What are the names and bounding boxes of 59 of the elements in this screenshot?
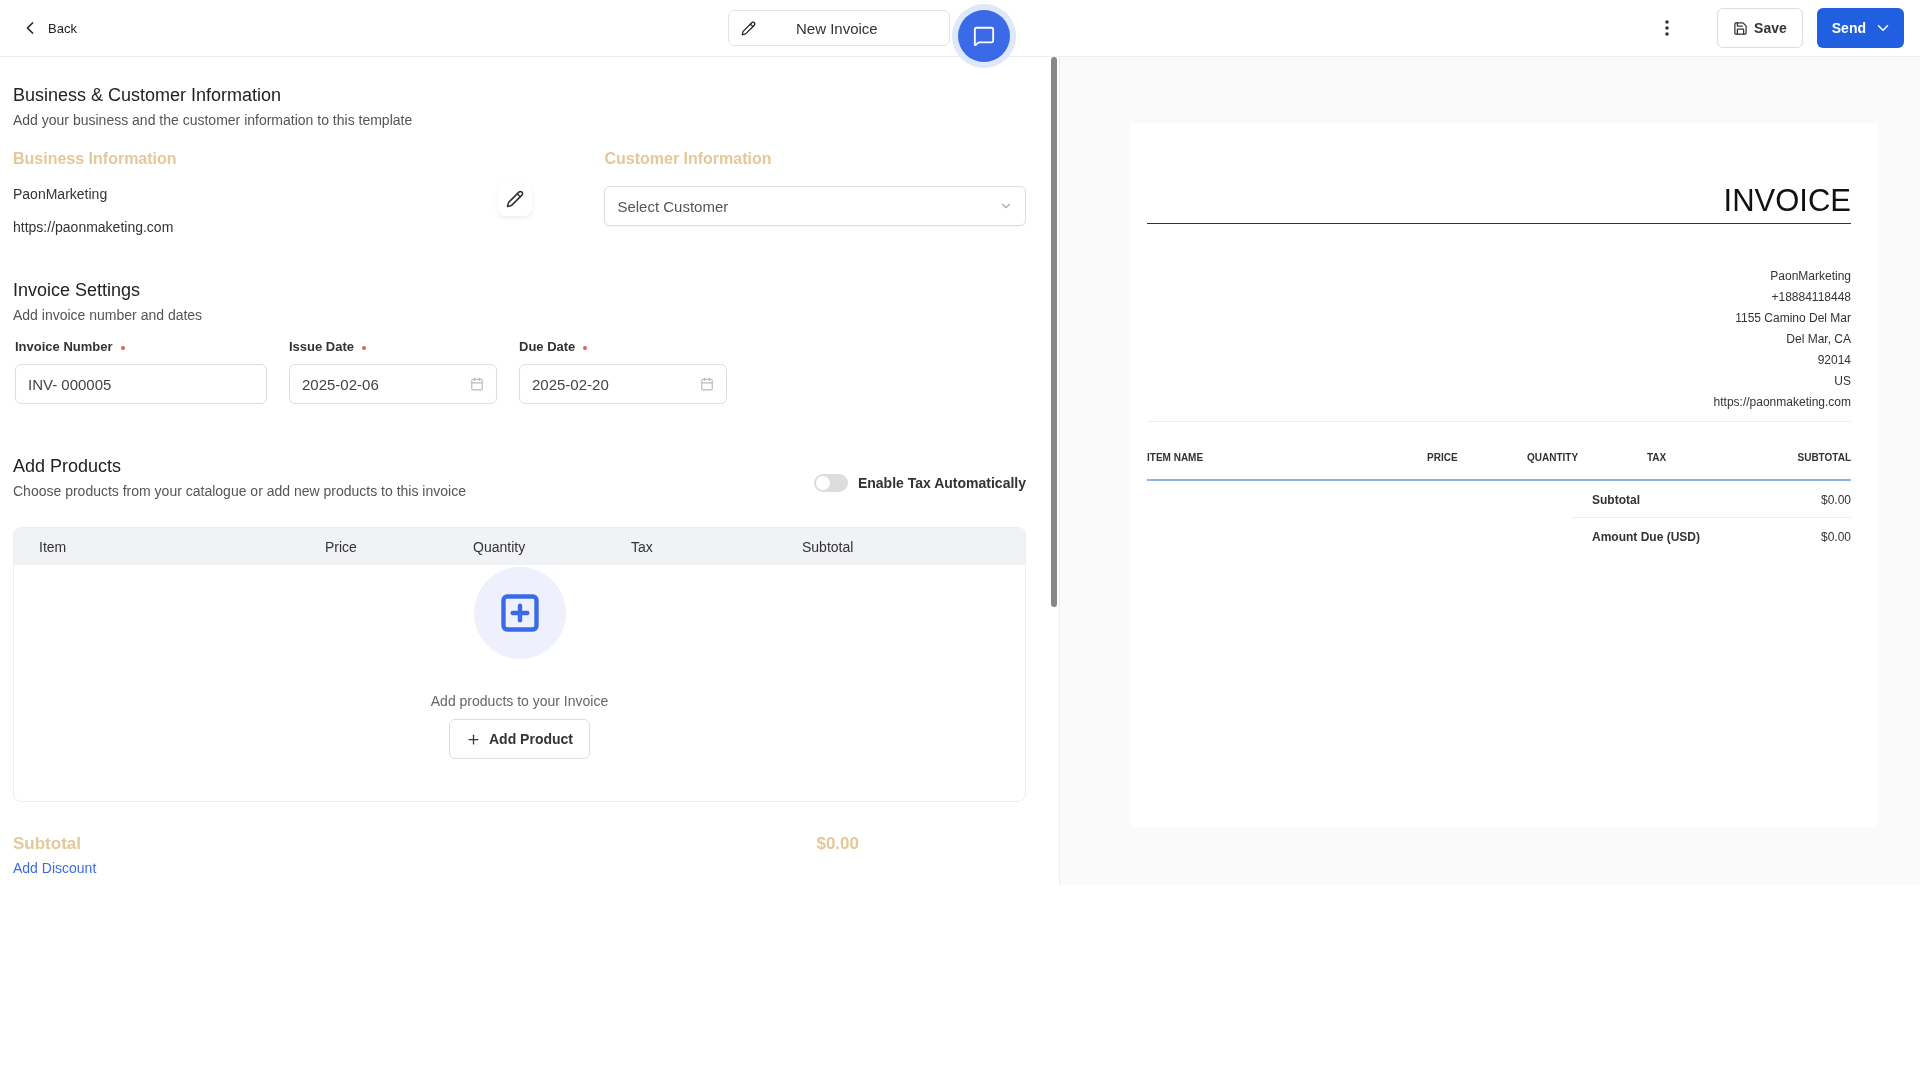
column-header: TAX [1647, 452, 1668, 463]
plus-icon [466, 731, 481, 747]
business-url: https://paonmaketing.com [13, 219, 174, 235]
business-heading: Business Information [13, 150, 178, 168]
scrollbar-thumb[interactable] [1051, 57, 1057, 607]
toggle-label: Enable Tax Automatically [857, 475, 1026, 491]
section-subtitle: Add your business and the customer information to this template [13, 112, 414, 128]
business-detail: Del Mar, CA [1786, 331, 1851, 348]
subtotal-value: $0.00 [816, 834, 859, 854]
date-field[interactable]: 2025-02-06 [289, 364, 497, 404]
subtotal-label: Subtotal [13, 834, 81, 854]
section-subtitle: Choose products from your catalogue or add new products to this invoice [13, 483, 466, 499]
business-detail: https://paonmaketing.com [1713, 394, 1851, 411]
customer-select[interactable]: Select Customer [604, 186, 1026, 226]
business-name: PaonMarketing [13, 186, 108, 202]
pencil-icon [741, 20, 756, 36]
business-detail: US [1834, 373, 1851, 390]
customer-heading: Customer Information [604, 150, 773, 168]
section-title: Add Products [13, 456, 123, 477]
business-detail: 1155 Camino Del Mar [1735, 310, 1851, 327]
column-header: Tax [631, 538, 654, 555]
more-icon [1665, 20, 1670, 36]
add-discount-link[interactable]: Add Discount [13, 860, 97, 876]
column-header: Price [325, 538, 358, 555]
column-header: QUANTITY [1527, 452, 1580, 463]
calendar-icon [470, 377, 484, 391]
business-detail: PaonMarketing [1770, 268, 1851, 285]
chat-icon [973, 25, 995, 47]
input-field[interactable]: INV- 000005 [15, 364, 267, 404]
column-header: Quantity [473, 538, 527, 555]
add-product-button[interactable]: Add Product [449, 719, 590, 759]
save-button[interactable]: Save [1717, 8, 1803, 48]
column-header: Item [39, 538, 68, 555]
total-value: $0.00 [1820, 493, 1851, 507]
total-label: Amount Due (USD) [1592, 530, 1700, 544]
pencil-icon [506, 190, 524, 208]
field-label: Due Date [519, 339, 727, 354]
total-label: Subtotal [1592, 493, 1640, 507]
column-header: Subtotal [802, 538, 855, 555]
business-detail: 92014 [1817, 352, 1851, 369]
calendar-icon [700, 377, 714, 391]
tax-toggle[interactable] [813, 474, 848, 492]
back-button[interactable]: Back [20, 18, 77, 38]
date-field[interactable]: 2025-02-20 [519, 364, 727, 404]
column-header: ITEM NAME [1147, 452, 1205, 463]
column-header: PRICE [1427, 452, 1459, 463]
section-title: Invoice Settings [13, 280, 142, 301]
section-subtitle: Add invoice number and dates [13, 307, 204, 323]
invoice-title-field[interactable]: New Invoice [728, 10, 950, 46]
section-title: Business & Customer Information [13, 85, 283, 106]
field-label: Invoice Number [15, 339, 267, 354]
column-header: SUBTOTAL [1797, 452, 1851, 463]
edit-button[interactable] [498, 182, 532, 216]
total-value: $0.00 [1820, 530, 1851, 544]
empty-message: Add products to your Invoice [430, 693, 609, 709]
send-button[interactable]: Send [1816, 8, 1904, 48]
field-label: Issue Date [289, 339, 497, 354]
invoice-title: INVOICE [1147, 183, 1851, 224]
business-detail: +18884118448 [1771, 289, 1851, 306]
